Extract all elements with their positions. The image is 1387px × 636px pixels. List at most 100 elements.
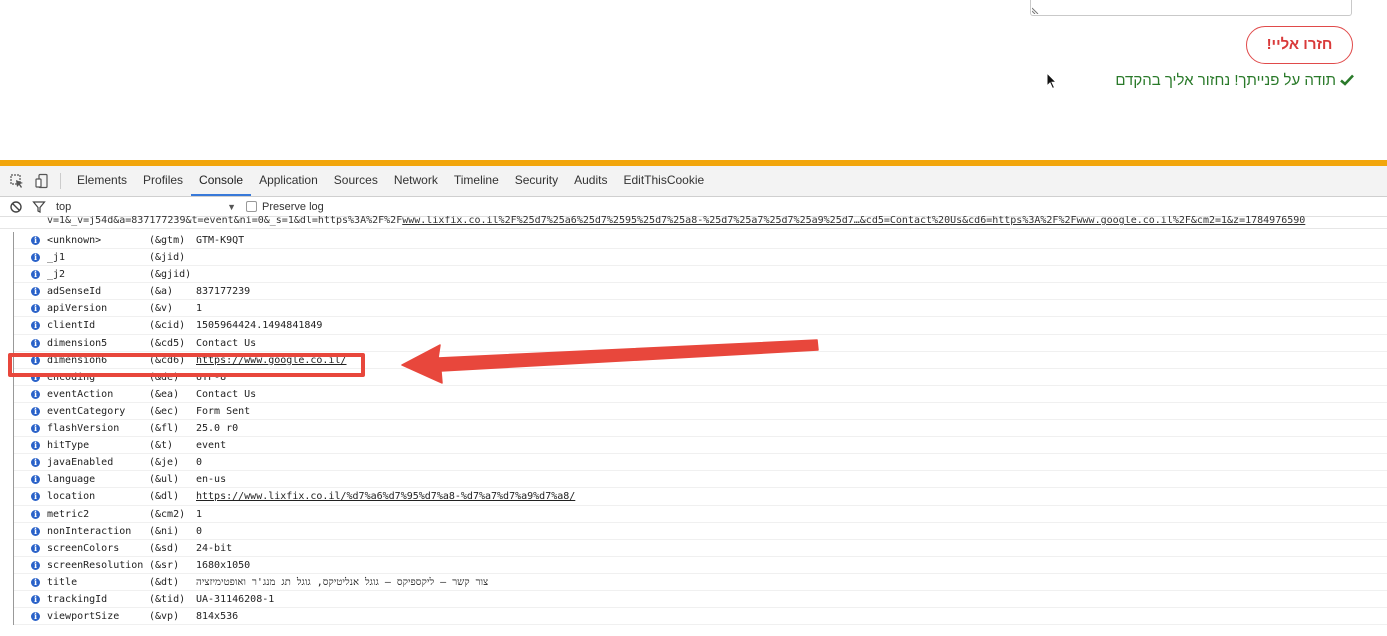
mouse-cursor-icon bbox=[1046, 72, 1058, 90]
param-code: (&dl) bbox=[149, 491, 180, 503]
tab-elements[interactable]: Elements bbox=[69, 166, 135, 196]
info-icon: i bbox=[31, 526, 40, 536]
param-value: 1505964424.1494841849 bbox=[196, 320, 323, 332]
info-icon: i bbox=[31, 321, 40, 331]
resize-grip-icon[interactable] bbox=[1032, 6, 1040, 14]
param-name: eventAction bbox=[47, 388, 114, 400]
info-icon: i bbox=[31, 441, 40, 451]
info-icon: i bbox=[31, 594, 40, 604]
param-name: trackingId bbox=[47, 593, 108, 605]
info-icon: i bbox=[31, 560, 40, 570]
param-code: (&gtm) bbox=[149, 235, 186, 246]
info-icon: i bbox=[31, 406, 40, 416]
hit-payload-line: v=1&_v=j54d&a=837177239&t=event&ni=0&_s=… bbox=[0, 216, 1387, 229]
dropdown-arrow-icon: ▼ bbox=[227, 201, 236, 212]
console-row-language: i language (&ul) en-us bbox=[14, 471, 1387, 489]
param-name: <unknown> bbox=[47, 235, 102, 246]
param-code: (&je) bbox=[149, 457, 180, 469]
param-code: (&jid) bbox=[149, 252, 186, 264]
tab-audits[interactable]: Audits bbox=[566, 166, 615, 196]
annotation-highlight-box bbox=[8, 353, 365, 377]
hit-parameters-group: i <unknown> (&gtm) GTM-K9QT i _j1 (&jid) i _j2 (&… bbox=[13, 232, 1387, 626]
console-row-noninteraction: i nonInteraction (&ni) 0 bbox=[14, 523, 1387, 540]
param-value: 1680x1050 bbox=[196, 559, 251, 571]
param-name: _j1 bbox=[47, 252, 66, 264]
param-value: en-us bbox=[196, 474, 227, 486]
param-code: (&v) bbox=[149, 303, 174, 315]
tab-sources[interactable]: Sources bbox=[326, 166, 386, 196]
param-name: title bbox=[47, 576, 78, 588]
tab-security[interactable]: Security bbox=[507, 166, 566, 196]
preserve-log-option[interactable]: Preserve log bbox=[246, 201, 324, 213]
device-toolbar-icon[interactable] bbox=[34, 173, 50, 189]
tab-application[interactable]: Application bbox=[251, 166, 326, 196]
info-icon: i bbox=[31, 475, 40, 485]
param-code: (&cd5) bbox=[149, 337, 186, 349]
console-row-metric2: i metric2 (&cm2) 1 bbox=[14, 506, 1387, 523]
param-value: 1 bbox=[196, 303, 203, 315]
param-code: (&vp) bbox=[149, 611, 180, 623]
console-row-trackingid: i trackingId (&tid) UA-31146208-1 bbox=[14, 591, 1387, 609]
param-value: 24-bit bbox=[196, 542, 233, 554]
param-code: (&ec) bbox=[149, 405, 180, 417]
clear-console-icon[interactable] bbox=[9, 200, 23, 214]
param-value: צור קשר – ליקספיקס – גוגל אנליטיקס, גוגל… bbox=[196, 576, 489, 588]
param-code: (&ni) bbox=[149, 525, 180, 537]
tab-editthiscookie[interactable]: EditThisCookie bbox=[615, 166, 712, 196]
tab-timeline[interactable]: Timeline bbox=[446, 166, 507, 196]
param-code: (&tid) bbox=[149, 593, 186, 605]
console-output: v=1&_v=j54d&a=837177239&t=event&ni=0&_s=… bbox=[0, 216, 1387, 636]
param-code: (&dt) bbox=[149, 576, 180, 588]
param-name: eventCategory bbox=[47, 405, 126, 417]
param-code: (&cm2) bbox=[149, 508, 186, 520]
param-code: (&sd) bbox=[149, 542, 180, 554]
tab-profiles[interactable]: Profiles bbox=[135, 166, 191, 196]
console-row-j2: i _j2 (&gjid) bbox=[14, 266, 1387, 284]
info-icon: i bbox=[31, 543, 40, 553]
param-value: Contact Us bbox=[196, 337, 257, 349]
info-icon: i bbox=[31, 509, 40, 519]
param-value: 814x536 bbox=[196, 611, 239, 623]
hit-payload-prefix: v=1&_v=j54d&a=837177239&t=event&ni=0&_s=… bbox=[47, 216, 403, 226]
info-icon: i bbox=[31, 236, 40, 245]
success-message-text: תודה על פנייתך! נחזור אליך בהקדם bbox=[1115, 71, 1336, 89]
info-icon: i bbox=[31, 270, 40, 280]
console-row-apiversion: i apiVersion (&v) 1 bbox=[14, 300, 1387, 318]
param-name: language bbox=[47, 474, 96, 486]
preserve-log-checkbox[interactable] bbox=[246, 201, 257, 212]
param-code: (&ul) bbox=[149, 474, 180, 486]
tab-console[interactable]: Console bbox=[191, 166, 252, 196]
param-value: 25.0 r0 bbox=[196, 423, 239, 435]
param-name: adSenseId bbox=[47, 286, 102, 298]
console-row-screenresolution: i screenResolution (&sr) 1680x1050 bbox=[14, 557, 1387, 574]
context-selector[interactable]: top ▼ bbox=[56, 201, 236, 213]
info-icon: i bbox=[31, 338, 40, 348]
filter-icon[interactable] bbox=[32, 200, 46, 214]
param-code: (&sr) bbox=[149, 559, 180, 571]
tab-network[interactable]: Network bbox=[386, 166, 446, 196]
param-code: (&gjid) bbox=[149, 269, 192, 281]
console-row-hittype: i hitType (&t) event bbox=[14, 437, 1387, 455]
param-value: 1 bbox=[196, 508, 203, 520]
info-icon: i bbox=[31, 577, 40, 587]
inspect-element-icon[interactable] bbox=[9, 173, 25, 189]
console-row-unknown: i <unknown> (&gtm) GTM-K9QT bbox=[14, 232, 1387, 250]
param-value: 837177239 bbox=[196, 286, 251, 298]
check-icon bbox=[1340, 74, 1354, 86]
info-icon: i bbox=[31, 458, 40, 468]
param-value: event bbox=[196, 440, 227, 452]
info-icon: i bbox=[31, 492, 40, 502]
success-message: תודה על פנייתך! נחזור אליך בהקדם bbox=[1090, 70, 1354, 90]
console-row-title: i title (&dt) צור קשר – ליקספיקס – גוגל אנל… bbox=[14, 574, 1387, 591]
message-textarea[interactable] bbox=[1030, 0, 1352, 16]
hit-payload-link[interactable]: www.lixfix.co.il%2F%25d7%25a6%25d7%2595%… bbox=[402, 216, 1305, 226]
param-value: 0 bbox=[196, 457, 203, 469]
info-icon: i bbox=[31, 424, 40, 434]
info-icon: i bbox=[31, 253, 40, 263]
console-row-j1: i _j1 (&jid) bbox=[14, 249, 1387, 267]
param-code: (&fl) bbox=[149, 423, 180, 435]
submit-button[interactable]: חזרו אליי! bbox=[1246, 26, 1353, 64]
param-value-link[interactable]: https://www.lixfix.co.il/%d7%a6%d7%95%d7… bbox=[196, 488, 575, 505]
param-name: screenResolution bbox=[47, 559, 144, 571]
param-code: (&a) bbox=[149, 286, 174, 298]
